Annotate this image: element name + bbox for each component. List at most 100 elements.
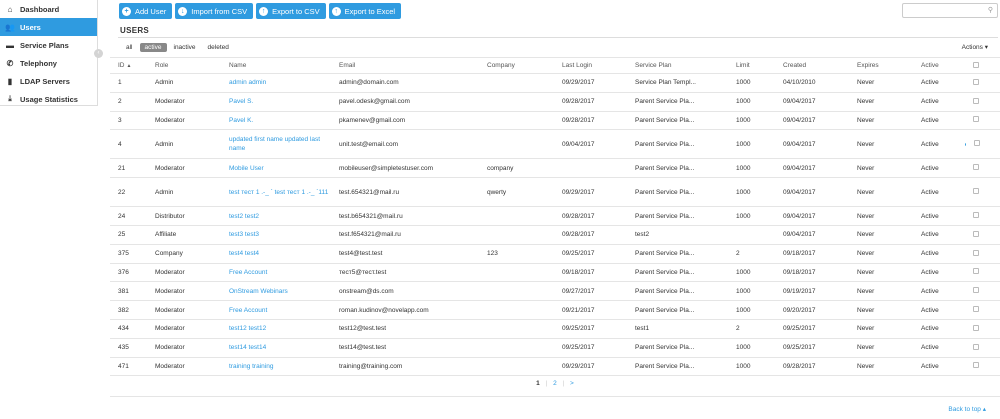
sidebar-collapse-button[interactable]: ‹ — [94, 49, 103, 58]
cell-created: 09/18/2017 — [775, 244, 849, 264]
table-row[interactable]: 382 Moderator Free Account roman.kudinov@no… — [110, 300, 1000, 320]
row-checkbox[interactable] — [973, 164, 979, 171]
column-header-expires[interactable]: Expires — [849, 57, 913, 74]
column-header-role[interactable]: Role — [147, 57, 221, 74]
row-checkbox[interactable] — [973, 230, 979, 237]
row-checkbox[interactable] — [973, 343, 979, 350]
cell-id: 2 — [110, 92, 147, 112]
column-header-company[interactable]: Company — [479, 57, 554, 74]
sidebar-item-ldap-servers[interactable]: ▮ LDAP Servers — [0, 72, 97, 90]
table-row[interactable]: 21 Moderator Mobile User mobileuser@simplet… — [110, 158, 1000, 179]
cell-expires: Never — [849, 92, 913, 112]
row-checkbox[interactable] — [973, 188, 979, 195]
export-excel-button[interactable]: ↑ Export to Excel — [328, 3, 402, 19]
row-checkbox[interactable] — [973, 268, 979, 275]
page-1-link[interactable]: 1 — [536, 380, 540, 387]
search-input[interactable]: ⚲ — [902, 3, 998, 18]
cell-name[interactable]: test4 test4 — [221, 244, 331, 264]
filter-active[interactable]: active — [139, 43, 167, 52]
cell-name[interactable]: test3 test3 — [221, 225, 331, 245]
row-checkbox[interactable] — [973, 78, 979, 85]
column-header-last-login[interactable]: Last Login — [554, 57, 627, 74]
chevron-left-icon: ‹ — [97, 50, 100, 56]
cell-name[interactable]: test2 test2 — [221, 206, 331, 226]
actions-dropdown[interactable]: Actions ▾ — [962, 43, 988, 51]
cell-name[interactable]: test12 test12 — [221, 319, 331, 339]
table-row[interactable]: 2 Moderator Pavel S. pavel.odesk@gmail.com 0… — [110, 92, 1000, 112]
table-row[interactable]: 1 Admin admin admin admin@domain.com 09/29/2… — [110, 73, 1000, 93]
table-row[interactable]: 22 Admin test тест 1 .-_ ` test тест 1 .-_… — [110, 177, 1000, 208]
cell-created: 04/10/2010 — [775, 73, 849, 93]
table-row[interactable]: 381 Moderator OnStream Webinars onstream@ds… — [110, 281, 1000, 302]
cell-id: 434 — [110, 319, 147, 339]
export-icon: ↑ — [259, 6, 269, 16]
table-row[interactable]: 434 Moderator test12 test12 test12@test.tes… — [110, 319, 1000, 339]
cell-name[interactable]: Mobile User — [221, 158, 331, 179]
cell-company — [479, 225, 554, 245]
sidebar-item-dashboard[interactable]: ⌂ Dashboard — [0, 0, 97, 18]
import-csv-button[interactable]: ↓ Import from CSV — [175, 3, 254, 19]
table-row[interactable]: 24 Distributor test2 test2 test.b654321@mai… — [110, 206, 1000, 226]
cell-name[interactable]: Free Account — [221, 263, 331, 283]
column-header-id[interactable]: ID ▲ — [110, 57, 147, 74]
column-header-created[interactable]: Created — [775, 57, 849, 74]
sidebar-item-usage-statistics[interactable]: ⤓ Usage Statistics — [0, 90, 97, 108]
table-row[interactable]: 471 Moderator training training training@tr… — [110, 357, 1000, 377]
cell-name[interactable]: Pavel K. — [221, 111, 331, 131]
cell-name[interactable]: test14 test14 — [221, 338, 331, 358]
table-row[interactable]: 435 Moderator test14 test14 test14@test.tes… — [110, 338, 1000, 358]
row-checkbox[interactable] — [973, 287, 979, 294]
column-header-service-plan[interactable]: Service Plan — [627, 57, 728, 74]
cell-name[interactable]: OnStream Webinars — [221, 281, 331, 302]
row-checkbox[interactable] — [973, 212, 979, 219]
cell-company — [479, 263, 554, 283]
row-checkbox[interactable] — [973, 306, 979, 313]
row-checkbox[interactable] — [974, 140, 980, 147]
select-all-checkbox[interactable] — [973, 61, 979, 68]
row-checkbox[interactable] — [973, 324, 979, 331]
sidebar-item-telephony[interactable]: ✆ Telephony — [0, 54, 97, 72]
row-checkbox[interactable] — [973, 97, 979, 104]
sidebar-item-users[interactable]: 👥 Users — [0, 18, 97, 36]
cell-name[interactable]: admin admin — [221, 73, 331, 93]
cell-id: 471 — [110, 357, 147, 377]
cell-name[interactable]: test тест 1 .-_ ` test тест 1 .-_ `111 — [221, 177, 331, 208]
filter-deleted[interactable]: deleted — [203, 43, 234, 52]
cell-expires: Never — [849, 73, 913, 93]
row-select-cell — [965, 225, 1000, 245]
row-select-cell — [965, 281, 1000, 302]
add-user-button[interactable]: + Add User — [119, 3, 173, 19]
back-to-top-link[interactable]: Back to top ▴ — [948, 405, 986, 413]
cell-created: 09/04/2017 — [775, 158, 849, 179]
cell-name[interactable]: Pavel S. — [221, 92, 331, 112]
column-header-email[interactable]: Email — [331, 57, 479, 74]
column-header-active[interactable]: Active — [913, 57, 965, 74]
sidebar-item-service-plans[interactable]: ▬ Service Plans — [0, 36, 97, 54]
cell-company — [479, 357, 554, 377]
table-row[interactable]: 3 Moderator Pavel K. pkamenev@gmail.com 09/2… — [110, 111, 1000, 131]
row-checkbox[interactable] — [973, 249, 979, 256]
cell-last-login: 09/25/2017 — [554, 244, 627, 264]
sort-asc-icon: ▲ — [126, 63, 132, 69]
cell-name[interactable]: Free Account — [221, 300, 331, 320]
cell-active: Active — [913, 244, 965, 264]
cell-role: Distributor — [147, 206, 221, 226]
row-checkbox[interactable] — [973, 116, 979, 123]
table-row[interactable]: 375 Company test4 test4 test4@test.test 123 0… — [110, 244, 1000, 264]
page-2-link[interactable]: 2 — [553, 380, 557, 387]
cell-id: 24 — [110, 206, 147, 226]
filter-inactive[interactable]: inactive — [169, 43, 201, 52]
column-header-name[interactable]: Name — [221, 57, 331, 74]
table-row[interactable]: 4 Admin updated first name updated last na… — [110, 129, 1000, 160]
cell-name[interactable]: updated first name updated last name — [221, 129, 331, 160]
cell-plan: test2 — [627, 225, 728, 245]
row-checkbox[interactable] — [973, 362, 979, 369]
table-row[interactable]: 376 Moderator Free Account тест5@тест.test 0… — [110, 263, 1000, 283]
column-header-limit[interactable]: Limit — [728, 57, 775, 74]
table-row[interactable]: 25 Affiliate test3 test3 test.f654321@mail.… — [110, 225, 1000, 245]
filter-all[interactable]: all — [121, 43, 138, 52]
cell-name[interactable]: training training — [221, 357, 331, 377]
export-csv-button[interactable]: ↑ Export to CSV — [256, 3, 326, 19]
next-page-link[interactable]: > — [570, 380, 574, 387]
cell-created: 09/20/2017 — [775, 300, 849, 320]
